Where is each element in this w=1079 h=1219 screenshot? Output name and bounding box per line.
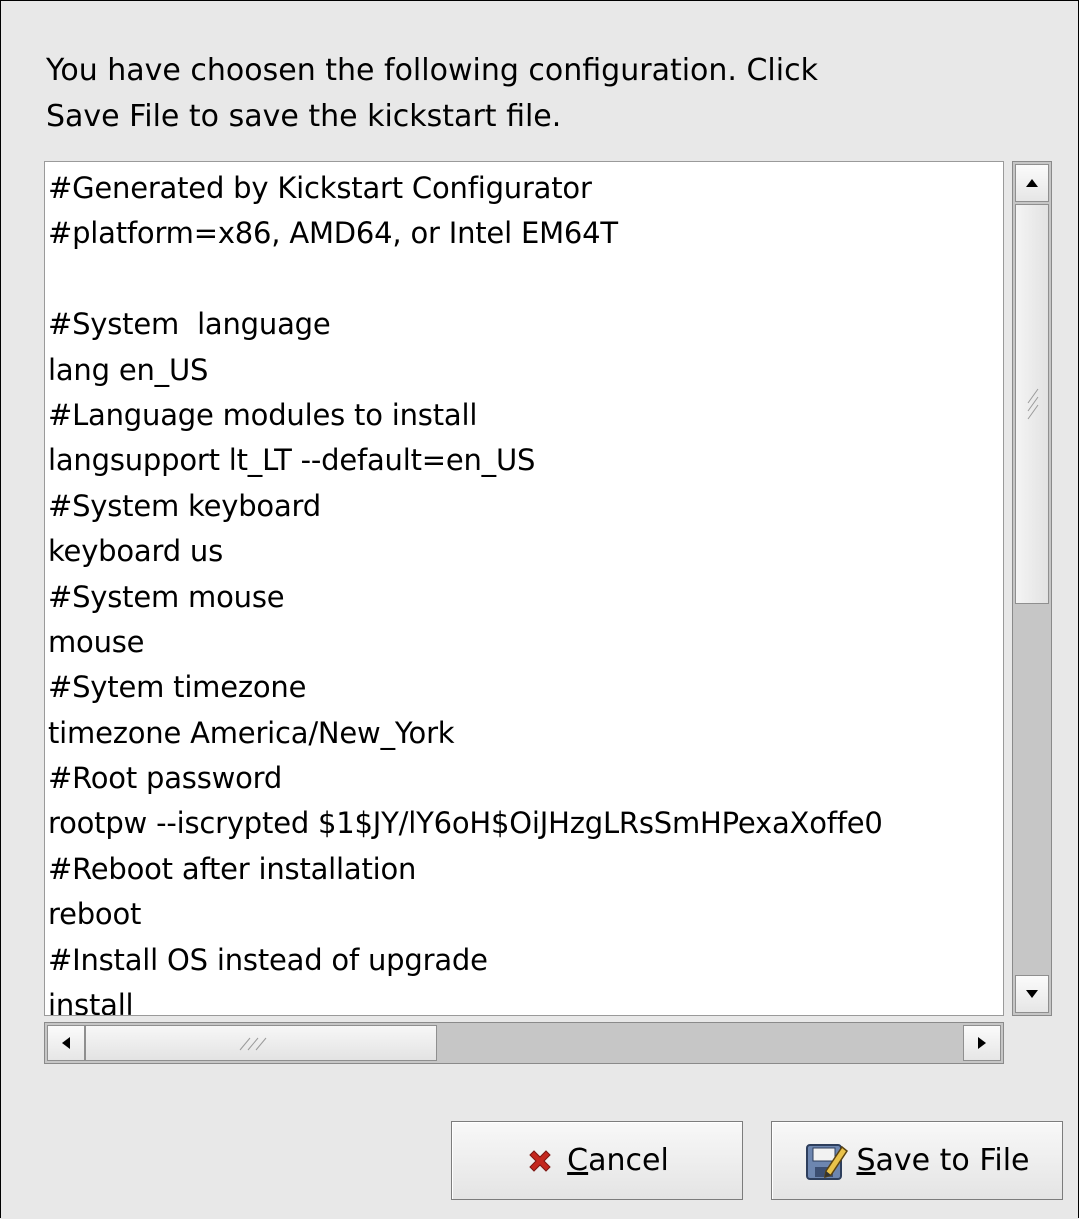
cancel-button[interactable]: Cancel: [451, 1121, 743, 1200]
config-line: [48, 257, 1003, 302]
kickstart-config-textview[interactable]: #Generated by Kickstart Configurator #pla…: [44, 161, 1004, 1016]
config-line: #Reboot after installation: [48, 851, 417, 886]
config-line: rootpw --iscrypted $1$JY/lY6oH$OiJHzgLRs…: [48, 806, 883, 841]
config-line: lang en_US: [48, 352, 209, 387]
config-line: #platform=x86, AMD64, or Intel EM64T: [48, 216, 618, 251]
arrow-right-icon: [978, 1037, 986, 1049]
scroll-up-button[interactable]: [1015, 164, 1049, 202]
config-lines: #Generated by Kickstart Configurator #pla…: [48, 166, 1003, 1016]
config-line: keyboard us: [48, 534, 224, 569]
instructions-line-1: You have choosen the following configura…: [46, 53, 818, 88]
config-line: langsupport lt_LT --default=en_US: [48, 443, 536, 478]
config-line: #Sytem timezone: [48, 670, 307, 705]
arrow-down-icon: [1026, 990, 1038, 998]
cancel-x-icon: [529, 1149, 551, 1172]
scroll-right-button[interactable]: [963, 1025, 1001, 1061]
vertical-scroll-thumb[interactable]: [1015, 204, 1049, 604]
save-to-file-button[interactable]: Save to File: [771, 1121, 1063, 1200]
horizontal-scrollbar[interactable]: [44, 1022, 1004, 1064]
instructions-text: You have choosen the following configura…: [46, 48, 1006, 140]
vertical-scrollbar[interactable]: [1012, 161, 1052, 1016]
scroll-down-button[interactable]: [1015, 975, 1049, 1013]
config-line: #System language: [48, 307, 331, 342]
config-line: #Install OS instead of upgrade: [48, 942, 488, 977]
scroll-left-button[interactable]: [47, 1025, 85, 1061]
arrow-up-icon: [1026, 179, 1038, 187]
save-to-file-button-label: Save to File: [856, 1143, 1030, 1178]
horizontal-scroll-thumb[interactable]: [85, 1025, 437, 1061]
config-line: install: [48, 988, 134, 1016]
grip-icon: [1027, 388, 1039, 420]
config-line: mouse: [48, 624, 145, 659]
config-line: #Language modules to install: [48, 397, 478, 432]
config-line: timezone America/New_York: [48, 715, 455, 750]
config-line: #System keyboard: [48, 488, 321, 523]
config-line: #System mouse: [48, 579, 285, 614]
save-disk-icon: [806, 1143, 849, 1180]
config-line: #Root password: [48, 761, 283, 796]
grip-icon: [239, 1037, 267, 1051]
config-line: reboot: [48, 897, 142, 932]
instructions-line-2: Save File to save the kickstart file.: [46, 99, 562, 134]
arrow-left-icon: [62, 1037, 70, 1049]
cancel-button-label: Cancel: [567, 1143, 669, 1178]
config-line: #Generated by Kickstart Configurator: [48, 171, 592, 205]
